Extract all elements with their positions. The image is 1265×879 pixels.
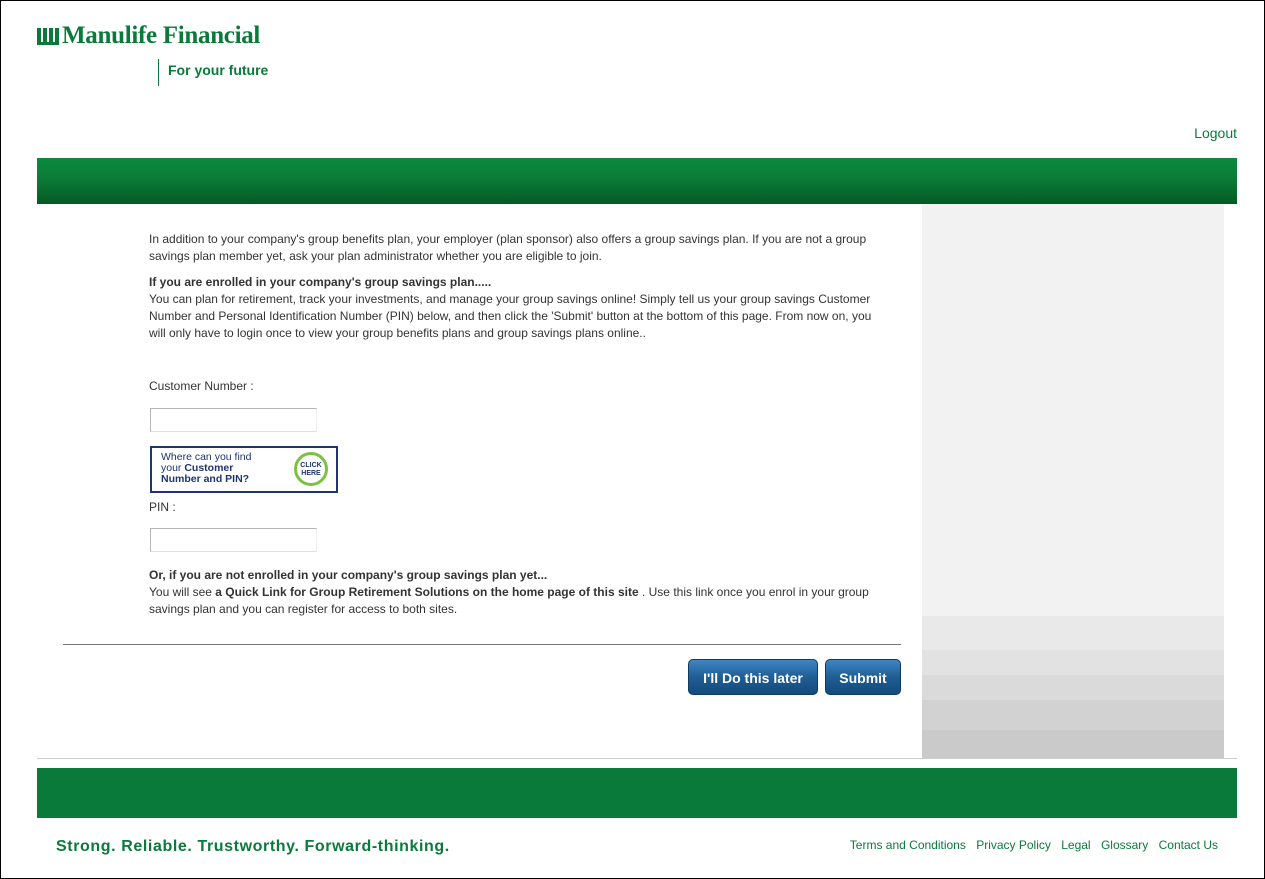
submit-button[interactable]: Submit: [825, 659, 901, 695]
pin-label: PIN :: [149, 500, 176, 514]
customer-number-input[interactable]: [150, 408, 317, 432]
logo-mark-icon: [37, 28, 59, 45]
footer-slogan: Strong. Reliable. Trustworthy. Forward-t…: [56, 838, 450, 855]
not-enrolled-section: Or, if you are not enrolled in your comp…: [149, 567, 889, 618]
finder-text: Where can you find your Customer Number …: [161, 452, 271, 485]
quick-link-reference: a Quick Link for Group Retirement Soluti…: [215, 585, 639, 599]
enrolled-text: You can plan for retirement, track your …: [149, 292, 872, 340]
do-this-later-button[interactable]: I'll Do this later: [688, 659, 818, 695]
header-banner: [37, 158, 1237, 204]
footer-divider: [37, 758, 1237, 759]
legal-link[interactable]: Legal: [1061, 838, 1090, 852]
intro-text: In addition to your company's group bene…: [149, 232, 867, 263]
pin-input[interactable]: [150, 528, 317, 552]
privacy-link[interactable]: Privacy Policy: [976, 838, 1051, 852]
main-content: In addition to your company's group bene…: [149, 231, 889, 351]
badge-line1: CLICK: [300, 462, 322, 469]
click-here-badge-icon[interactable]: CLICK HERE: [294, 452, 328, 486]
footer-links: Terms and Conditions Privacy Policy Lega…: [843, 838, 1218, 852]
contact-link[interactable]: Contact Us: [1159, 838, 1218, 852]
badge-line2: HERE: [301, 470, 321, 477]
finder-line3-bold: Number and PIN?: [161, 473, 250, 485]
not-enrolled-heading: Or, if you are not enrolled in your comp…: [149, 568, 548, 582]
find-customer-number-banner[interactable]: Where can you find your Customer Number …: [150, 446, 338, 493]
not-enrolled-text: You will see a Quick Link for Group Reti…: [149, 584, 889, 618]
glossary-link[interactable]: Glossary: [1101, 838, 1148, 852]
logout-link[interactable]: Logout: [1194, 125, 1237, 141]
footer-banner: [37, 768, 1237, 818]
brand-tagline: For your future: [168, 62, 269, 78]
terms-link[interactable]: Terms and Conditions: [850, 838, 966, 852]
content-divider: [63, 644, 901, 645]
brand-name: Manulife Financial: [62, 22, 261, 49]
tagline-divider: [158, 59, 159, 86]
customer-number-label: Customer Number :: [149, 379, 254, 393]
right-sidebar: [922, 204, 1224, 759]
not-enrolled-prefix: You will see: [149, 585, 216, 599]
enrolled-heading: If you are enrolled in your company's gr…: [149, 275, 492, 289]
